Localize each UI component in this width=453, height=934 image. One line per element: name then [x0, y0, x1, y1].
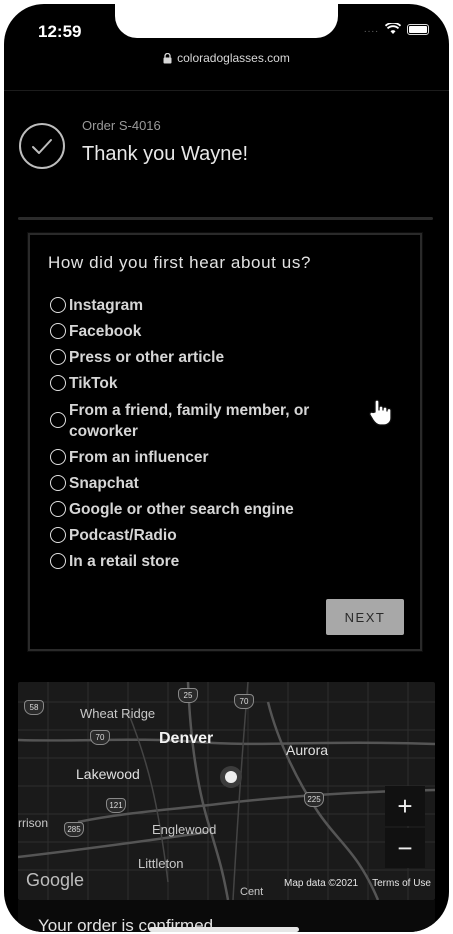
highway-shield: 70 — [90, 730, 110, 745]
highway-shield: 58 — [24, 700, 44, 715]
option-label: Press or other article — [69, 349, 225, 366]
radio-button[interactable] — [50, 553, 66, 569]
radio-button[interactable] — [50, 475, 66, 491]
radio-button[interactable] — [50, 449, 66, 465]
option-label: Google or other search engine — [69, 501, 294, 518]
option-label: In a retail store — [69, 553, 180, 570]
status-icons: .... — [364, 23, 429, 35]
map-attribution: Map data ©2021 Terms of Use — [284, 878, 431, 889]
section-divider — [18, 217, 433, 220]
option-label: From an influencer — [69, 449, 209, 466]
url-text: coloradoglasses.com — [177, 51, 290, 65]
radio-button[interactable] — [50, 501, 66, 517]
map-data-credit: Map data ©2021 — [284, 878, 359, 889]
option-label: From a friend, family member, or coworke… — [69, 402, 310, 440]
map-label-centennial: Cent — [240, 886, 264, 898]
thank-you-heading: Thank you Wayne! — [82, 143, 249, 165]
hand-pointer-icon — [369, 399, 392, 426]
radio-button[interactable] — [50, 349, 66, 365]
map-label-wheat-ridge: Wheat Ridge — [80, 706, 156, 721]
highway-shield: 70 — [234, 694, 254, 709]
option-label: Podcast/Radio — [69, 527, 177, 544]
map-label-denver: Denver — [159, 730, 214, 747]
battery-icon — [407, 23, 429, 35]
option-friend[interactable]: From a friend, family member, or coworke… — [50, 400, 354, 442]
location-pin-icon[interactable] — [220, 766, 242, 788]
option-retail[interactable]: In a retail store — [50, 551, 354, 572]
highway-shield: 225 — [304, 792, 324, 807]
radio-button[interactable] — [50, 412, 66, 428]
option-facebook[interactable]: Facebook — [50, 321, 354, 342]
option-google[interactable]: Google or other search engine — [50, 499, 354, 520]
home-indicator[interactable] — [149, 927, 299, 932]
option-label: Instagram — [69, 297, 144, 314]
radio-button[interactable] — [50, 297, 66, 313]
option-snapchat[interactable]: Snapchat — [50, 473, 354, 494]
signal-dots-icon: .... — [363, 23, 379, 35]
radio-button[interactable] — [50, 375, 66, 391]
device-notch — [115, 4, 338, 38]
zoom-out-button[interactable]: − — [385, 828, 425, 868]
map-label-morrison: rrison — [18, 816, 49, 830]
phone-frame: 12:59 .... coloradoglasses.com Order S-4… — [4, 4, 449, 932]
option-tiktok[interactable]: TikTok — [50, 373, 354, 394]
option-influencer[interactable]: From an influencer — [50, 447, 354, 468]
wifi-icon — [385, 23, 401, 34]
highway-shield: 285 — [64, 822, 84, 837]
survey-card: How did you first hear about us? Instagr… — [28, 233, 422, 651]
google-logo: Google — [26, 870, 85, 890]
radio-button[interactable] — [50, 527, 66, 543]
highway-shield: 25 — [178, 688, 198, 703]
option-instagram[interactable]: Instagram — [50, 295, 354, 316]
option-label: TikTok — [69, 375, 118, 392]
next-button[interactable]: NEXT — [326, 599, 404, 635]
option-label: Facebook — [69, 323, 142, 340]
order-header: Order S-4016 Thank you Wayne! — [18, 116, 438, 176]
lock-icon — [163, 52, 172, 63]
zoom-in-button[interactable]: + — [385, 786, 425, 826]
survey-question: How did you first hear about us? — [48, 253, 312, 272]
option-press[interactable]: Press or other article — [50, 347, 354, 368]
highway-shield: 121 — [106, 798, 126, 813]
header-divider — [4, 90, 449, 91]
address-bar[interactable]: coloradoglasses.com — [4, 44, 449, 72]
map-label-lakewood: Lakewood — [76, 766, 140, 782]
status-time: 12:59 — [38, 22, 82, 41]
map-widget[interactable]: Wheat Ridge Denver Aurora Lakewood Engle… — [18, 682, 435, 900]
option-podcast[interactable]: Podcast/Radio — [50, 525, 354, 546]
terms-of-use-link[interactable]: Terms of Use — [372, 878, 431, 889]
map-label-littleton: Littleton — [138, 856, 184, 871]
map-label-aurora: Aurora — [286, 742, 329, 758]
radio-button[interactable] — [50, 323, 66, 339]
order-number: Order S-4016 — [82, 118, 161, 133]
option-label: Snapchat — [69, 475, 139, 492]
map-label-englewood: Englewood — [152, 822, 217, 837]
checkmark-circle-icon — [19, 123, 65, 169]
